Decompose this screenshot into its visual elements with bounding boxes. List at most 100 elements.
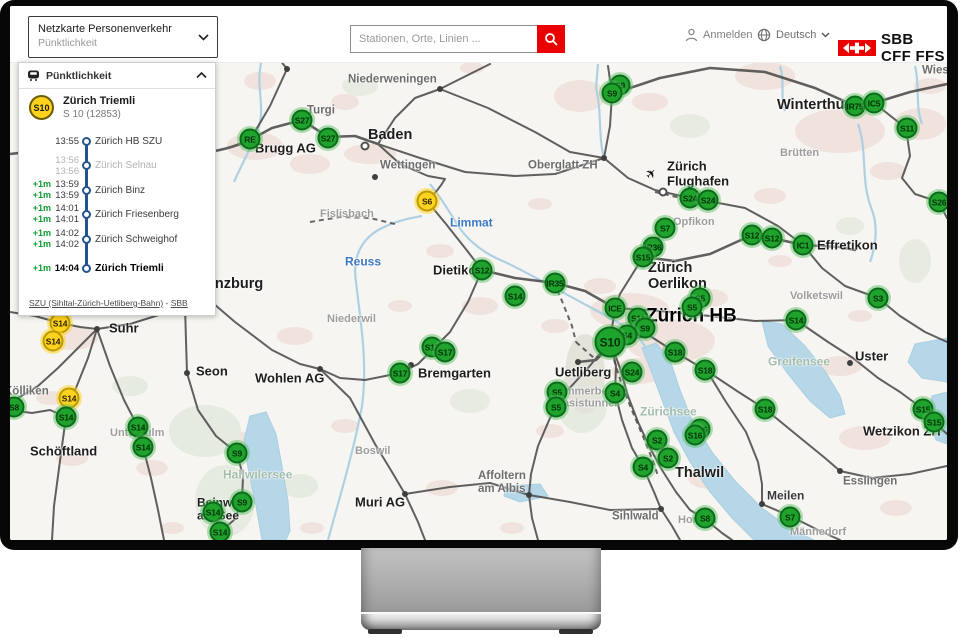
line-badge-s27[interactable]: S27 (318, 128, 339, 149)
line-badge-s11[interactable]: S11 (897, 118, 918, 139)
stop-dot-icon (82, 210, 91, 219)
stop-delay: +1m +1m (27, 179, 51, 201)
line-badge-s14[interactable]: S14 (505, 286, 526, 307)
line-badge-s9[interactable]: S9 (227, 443, 248, 464)
line-badge-s15[interactable]: S15 (633, 247, 654, 268)
search-button[interactable] (537, 25, 565, 53)
map-label: Wettingen (380, 160, 435, 173)
sbb-logo: SBB CFF FFS (838, 31, 947, 65)
line-badge-ic5[interactable]: IC5 (864, 93, 885, 114)
language-button[interactable]: Deutsch (757, 26, 830, 44)
line-badge-s5[interactable]: S5 (682, 297, 703, 318)
map-label: Baden (368, 127, 412, 143)
line-badge-ic1[interactable]: IC1 (793, 235, 814, 256)
line-badge-s14[interactable]: S14 (56, 407, 77, 428)
line-badge-s9[interactable]: S9 (635, 318, 656, 339)
line-badge-s17[interactable]: S17 (390, 363, 411, 384)
line-badge-re[interactable]: RE (240, 129, 261, 150)
line-badge-s14[interactable]: S14 (210, 522, 231, 541)
line-badge-ir35[interactable]: IR35 (545, 273, 566, 294)
language-label: Deutsch (776, 29, 816, 41)
station-dot (94, 326, 100, 332)
line-badge-s14[interactable]: S14 (59, 388, 80, 409)
map-label: Sihlwald (612, 511, 659, 524)
line-badge-ir75[interactable]: IR75 (845, 96, 866, 117)
layer-select-dropdown[interactable]: Netzkarte Personenverkehr Pünktlichkeit (28, 16, 218, 58)
sbb-link[interactable]: SBB (171, 298, 188, 308)
line-badge-s12[interactable]: S12 (742, 225, 763, 246)
line-badge-s6[interactable]: S6 (417, 191, 438, 212)
line-badge-ice[interactable]: ICE (605, 298, 626, 319)
map-label: Hallwilersee (223, 468, 292, 481)
line-badge-s4[interactable]: S4 (605, 383, 626, 404)
station-dot (601, 155, 607, 161)
line-badge-s2[interactable]: S2 (658, 448, 679, 469)
line-badge-s26[interactable]: S26 (929, 192, 948, 213)
line-badge-s7[interactable]: S7 (655, 218, 676, 239)
stop-row: +1m +1m14:01 14:01Zürich Friesenberg (19, 202, 215, 226)
line-badge-s10[interactable]: S10 (595, 327, 626, 358)
map-label: Uster (855, 350, 888, 365)
map-label: Zürichsee (640, 405, 697, 418)
map-label: Niederweningen (348, 74, 437, 87)
login-button[interactable]: Anmelden (685, 26, 753, 44)
line-badge-s9[interactable]: S9 (232, 492, 253, 513)
line-badge-s14[interactable]: S14 (133, 437, 154, 458)
line-badge-s18[interactable]: S18 (695, 360, 716, 381)
globe-icon (757, 28, 771, 42)
chevron-down-icon (198, 34, 209, 41)
stop-node (79, 137, 93, 146)
stop-delay: +1m +1m (27, 228, 51, 250)
stop-name: Zürich HB SZU (93, 136, 215, 147)
line-badge-s16[interactable]: S16 (685, 425, 706, 446)
search-input[interactable] (350, 25, 537, 53)
line-badge-s14[interactable]: S14 (43, 331, 64, 352)
map-label: Niederwil (327, 313, 376, 325)
stop-node (79, 186, 93, 195)
line-badge-s8[interactable]: S8 (695, 508, 716, 529)
map-label: Limmat (450, 216, 493, 229)
stop-row: +1m +1m13:59 13:59Zürich Binz (19, 178, 215, 202)
line-badge-s4[interactable]: S4 (633, 457, 654, 478)
stop-node (79, 264, 93, 273)
line-badge-s14[interactable]: S14 (203, 502, 224, 523)
map-label: Reuss (345, 255, 381, 268)
stop-time: 13:59 13:59 (51, 179, 79, 201)
layer-select-title: Netzkarte Personenverkehr (38, 23, 195, 35)
line-badge-s9[interactable]: S9 (602, 83, 623, 104)
map-label: Zürich Flughafen (667, 159, 729, 188)
line-badge-s14[interactable]: S14 (128, 417, 149, 438)
station-dot (526, 492, 532, 498)
stop-time: 13:55 (51, 136, 79, 147)
line-badge-s24[interactable]: S24 (622, 362, 643, 383)
map-label: Oberglatt ZH (528, 160, 598, 173)
line-badge-s7[interactable]: S7 (780, 507, 801, 528)
line-badge-s3[interactable]: S3 (868, 288, 889, 309)
map-label: Wohlen AG (255, 372, 324, 387)
station-dot (372, 174, 378, 180)
line-badge-s17[interactable]: S17 (435, 342, 456, 363)
line-badge-s15[interactable]: S15 (924, 412, 945, 433)
map-label: Wies (922, 65, 947, 78)
train-line-badge: S10 (29, 95, 54, 120)
stop-name: Zürich Schweighof (93, 234, 215, 245)
line-badge-s14[interactable]: S14 (786, 310, 807, 331)
chevron-up-icon[interactable] (196, 72, 207, 79)
stop-name: Zürich Triemli (93, 262, 215, 274)
line-badge-s18[interactable]: S18 (665, 342, 686, 363)
topbar: Netzkarte Personenverkehr Pünktlichkeit (10, 6, 947, 63)
map-label: Volketswil (790, 290, 843, 302)
line-badge-s18[interactable]: S18 (755, 399, 776, 420)
map-label: Seon (196, 365, 228, 380)
stop-row: 13:56 13:56Zürich Selnau (19, 153, 215, 178)
line-badge-s24[interactable]: S24 (698, 190, 719, 211)
footer-separator: - (163, 298, 171, 308)
map-label: Effretikon (817, 239, 878, 254)
line-badge-s12[interactable]: S12 (472, 260, 493, 281)
stop-row: +1m +1m14:02 14:02Zürich Schweighof (19, 226, 215, 252)
line-badge-s27[interactable]: S27 (292, 110, 313, 131)
line-badge-s5[interactable]: S5 (546, 397, 567, 418)
line-badge-s12[interactable]: S12 (762, 228, 783, 249)
operator-link[interactable]: SZU (Sihltal-Zürich-Uetliberg-Bahn) (29, 298, 163, 308)
search-box (350, 25, 565, 53)
